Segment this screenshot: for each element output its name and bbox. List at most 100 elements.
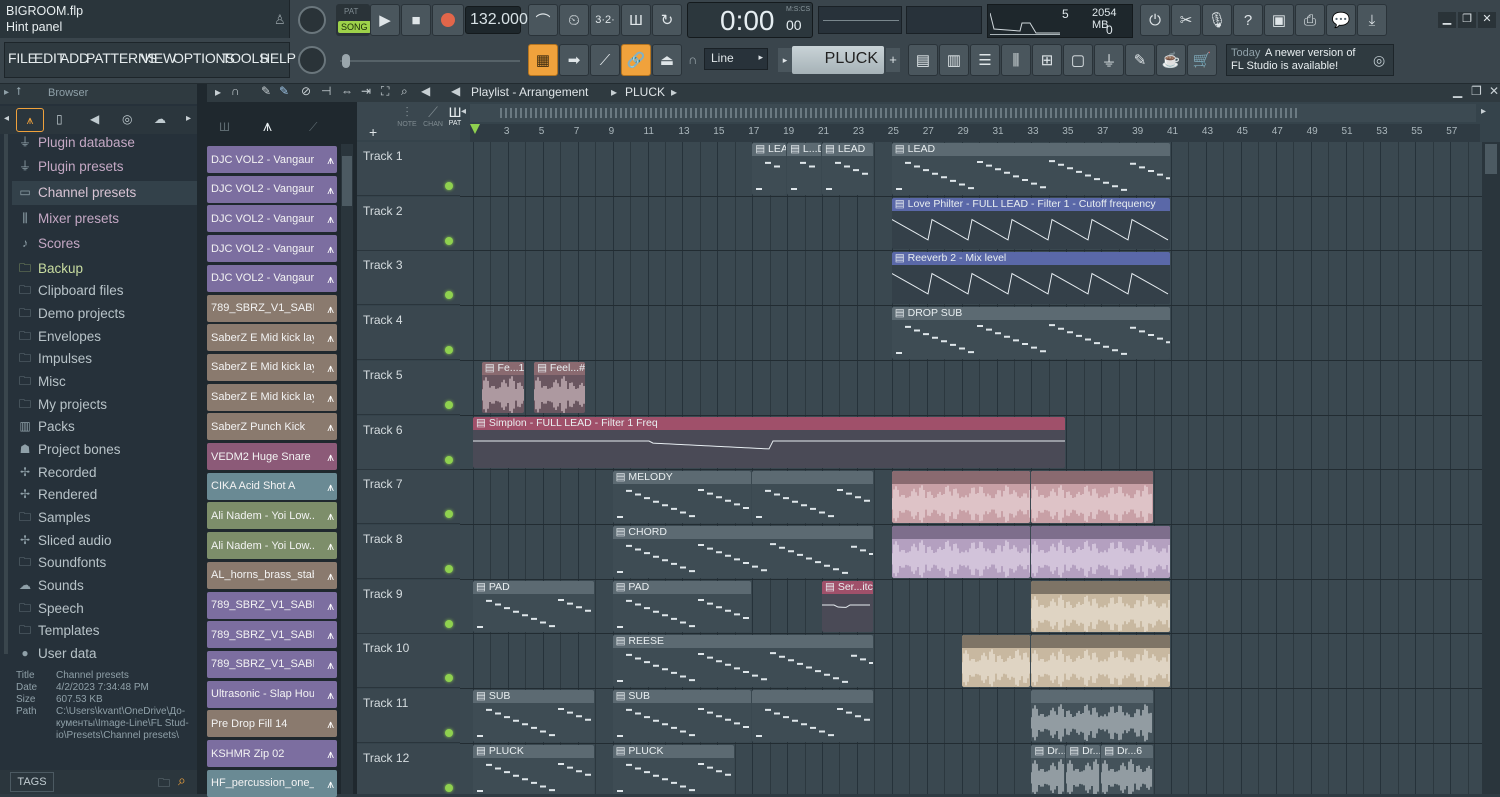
brush-tool-button[interactable]: ⟋ <box>590 44 620 76</box>
browser-item-recorded[interactable]: ✢ Recorded <box>18 462 97 482</box>
track-header[interactable]: Track 4 <box>357 306 460 361</box>
playlist-speaker-icon[interactable]: ◀ <box>451 84 460 98</box>
main-slider[interactable] <box>340 54 520 68</box>
pattern-clip[interactable]: ▤ LEAD <box>822 143 874 195</box>
record-button[interactable] <box>432 4 464 36</box>
menu-help[interactable]: HELP <box>260 50 296 66</box>
restore-button[interactable]: ❐ <box>1458 12 1476 28</box>
track-mute-led[interactable] <box>445 400 453 409</box>
chat-button[interactable]: 💬 <box>1326 4 1356 36</box>
search-icon[interactable]: ⌕ <box>178 772 186 789</box>
link-button[interactable]: 🔗 <box>621 44 651 76</box>
audio-clip[interactable] <box>1031 690 1153 742</box>
chanpanel-scroll-thumb[interactable] <box>342 156 352 206</box>
menu-add[interactable]: ADD <box>60 50 89 66</box>
browser-menu-icon[interactable]: ▸ <box>4 87 9 98</box>
plugin-picker-button[interactable]: ⏚ <box>1094 44 1124 76</box>
loop-record-button[interactable]: ↻ <box>652 4 682 36</box>
pattern-clip[interactable]: ▤ LEAD <box>891 143 1170 195</box>
audio-icon[interactable]: ⩚ <box>263 118 272 136</box>
slice-tool-icon[interactable]: ⇥ <box>361 84 371 98</box>
microphone-button[interactable]: 🎙 <box>1202 4 1232 36</box>
track-header[interactable]: Track 12 <box>357 743 460 794</box>
browser-up-icon[interactable]: ⭡ <box>16 86 21 99</box>
track-mute-led[interactable] <box>445 291 453 300</box>
project-browser-button[interactable]: ⊞ <box>1032 44 1062 76</box>
playlist-restore-button[interactable]: ❐ <box>1471 84 1482 98</box>
track-header[interactable]: Track 6 <box>357 415 460 470</box>
step-forward-button[interactable]: ➡ <box>559 44 589 76</box>
pattern-selector[interactable]: PLUCK <box>792 46 884 74</box>
metronome-button[interactable]: ⌒ <box>528 4 558 36</box>
chan-tab[interactable]: ⟋ CHAN <box>421 104 445 128</box>
menu-file[interactable]: FILE <box>8 50 37 66</box>
close-button[interactable]: ✕ <box>1478 12 1496 28</box>
track-header[interactable]: Track 1 <box>357 142 460 196</box>
tags-button[interactable]: TAGS <box>10 772 54 792</box>
timeline-ruler[interactable]: 3 5 7 9 11 13 15 17 19 21 23 25 27 29 31 33 35 37 39 41 43 45… <box>470 124 1480 142</box>
pattern-clip[interactable]: ▤ REESE <box>612 635 874 687</box>
channel-button[interactable]: SaberZ E Mid kick lay... ⩚ <box>207 353 337 381</box>
pattern-clip[interactable]: ▤ LEAD <box>752 143 787 195</box>
channel-button[interactable]: Ultrasonic - Slap Hou... ⩚ <box>207 680 337 708</box>
magnet-icon[interactable]: ∩ <box>688 52 697 67</box>
browser-item-soundfonts[interactable]: 🗀 Soundfonts <box>18 552 106 572</box>
help-button[interactable]: ? <box>1233 4 1263 36</box>
minimize-button[interactable]: ▁ <box>1438 12 1456 28</box>
track-header[interactable]: Track 2 <box>357 196 460 251</box>
select-tool-icon[interactable]: ⛶ <box>381 84 389 99</box>
piano-roll-button[interactable]: ▥ <box>939 44 969 76</box>
pattern-clip[interactable] <box>752 690 874 742</box>
playlist-minimize-button[interactable]: ▁ <box>1453 84 1462 98</box>
shop-button[interactable]: 🛒 <box>1187 44 1217 76</box>
mute-tool-icon[interactable]: ⊣ <box>321 84 331 98</box>
pattern-clip[interactable]: ▤ L...D <box>787 143 821 195</box>
mixer-button[interactable]: ⫼ <box>1001 44 1031 76</box>
track-mute-led[interactable] <box>445 182 453 190</box>
play-button[interactable]: ▶ <box>370 4 400 36</box>
pattern-clip[interactable]: ▤ PLUCK <box>612 744 734 794</box>
track-header[interactable]: Track 8 <box>357 524 460 579</box>
browser-item-my-projects[interactable]: 🗀 My projects <box>18 394 107 414</box>
channel-rack-button[interactable]: ☰ <box>970 44 1000 76</box>
playlist-vscrollbar[interactable] <box>1482 142 1500 794</box>
overview-right-arrow[interactable]: ▸ <box>1481 106 1486 117</box>
cut-button[interactable]: ✂ <box>1171 4 1201 36</box>
news-panel[interactable]: Today A newer version of FL Studio is av… <box>1226 44 1394 76</box>
browser-item-channel-presets[interactable]: ▭ Channel presets <box>18 182 136 202</box>
channel-button[interactable]: DJC VOL2 - Vangaurd... ⩚ <box>207 146 337 173</box>
pattern-clip[interactable]: ▤ CHORD <box>612 525 874 578</box>
file-button[interactable]: ▢ <box>1063 44 1093 76</box>
browser-item-envelopes[interactable]: 🗀 Envelopes <box>18 326 101 346</box>
pattern-clip[interactable] <box>752 471 874 523</box>
browser-all-tab[interactable]: ⩚ <box>16 108 44 132</box>
browser-item-samples[interactable]: 🗀 Samples <box>18 507 91 527</box>
playback-tool-icon[interactable]: ◀ <box>421 84 430 98</box>
channel-button[interactable]: 789_SBRZ_V1_SABER... ⩚ <box>207 650 337 678</box>
channel-button[interactable]: AL_horns_brass_stab... ⩚ <box>207 561 337 589</box>
browser-files-tab[interactable]: ▯ <box>56 112 63 126</box>
menu-view[interactable]: VIEW <box>141 50 176 66</box>
playlist-magnet-icon[interactable]: ∩ <box>231 84 240 98</box>
browser-cloud-tab[interactable]: ☁ <box>154 112 166 126</box>
paint-tool-icon[interactable]: ✎ <box>279 84 289 98</box>
automation-clip[interactable]: ▤ Love Philter - FULL LEAD - Filter 1 - … <box>891 197 1170 250</box>
channel-button[interactable]: SaberZ Punch Kick ⩚ <box>207 413 337 441</box>
playlist-close-button[interactable]: ✕ <box>1489 84 1499 98</box>
snap-select[interactable]: Line ▸ <box>704 48 768 70</box>
channel-button[interactable]: DJC VOL2 - Vangaurd... ⩚ <box>207 235 337 263</box>
audio-clip[interactable] <box>1031 471 1153 523</box>
track-mute-led[interactable] <box>445 510 453 519</box>
playlist-arrow-icon[interactable]: ▸ <box>215 85 221 99</box>
track-mute-led[interactable] <box>445 564 453 573</box>
track-header[interactable]: Track 5 <box>357 360 460 415</box>
piano-icon[interactable]: Ш <box>219 120 230 134</box>
wait-input-button[interactable]: ⏲ <box>559 4 589 36</box>
playlist-button[interactable]: ▤ <box>908 44 938 76</box>
pencil-tool-icon[interactable]: ✎ <box>261 84 271 98</box>
audio-clip[interactable] <box>891 525 1031 578</box>
browser-next-icon[interactable]: ▸ <box>186 113 191 124</box>
audio-clip[interactable]: ▤ Feel...#2 <box>534 361 586 414</box>
browser-item-project-bones[interactable]: ☗ Project bones <box>18 439 121 459</box>
track-mute-led[interactable] <box>445 729 453 737</box>
